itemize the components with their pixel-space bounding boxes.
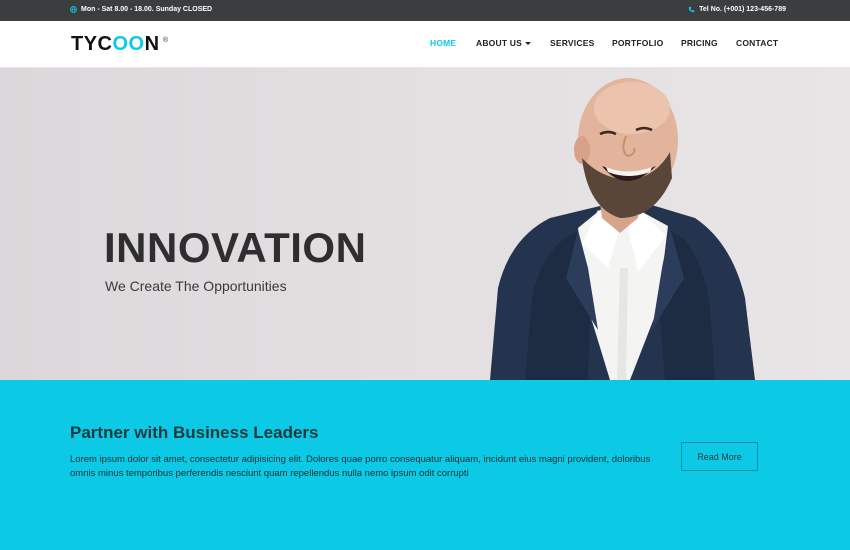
nav-item-portfolio[interactable]: PORTFOLIO [612,38,663,48]
site-header: TYCOON ® HOME ABOUT US SERVICES PORTFOLIO… [0,21,850,68]
nav-item-about-us[interactable]: ABOUT US [476,38,531,48]
phone-icon [688,6,695,13]
partner-section-title: Partner with Business Leaders [70,423,319,442]
contact-phone: Tel No. (+001) 123-456-789 [688,6,786,13]
nav-item-about-us-label: ABOUT US [476,38,522,48]
business-hours: Mon - Sat 8.00 - 18.00. Sunday CLOSED [70,6,212,13]
nav-item-home[interactable]: HOME [430,38,456,48]
business-hours-text: Mon - Sat 8.00 - 18.00. Sunday CLOSED [81,6,213,13]
hero-person-image [490,78,755,380]
caret-down-icon [525,42,531,46]
nav-item-services[interactable]: SERVICES [550,38,594,48]
hero-subtitle: We Create The Opportunities [105,278,287,294]
phone-number-text: Tel No. (+001) 123-456-789 [699,6,786,13]
partner-section: Partner with Business Leaders Lorem ipsu… [0,380,850,550]
nav-item-pricing[interactable]: PRICING [681,38,718,48]
partner-section-text: Lorem ipsum dolor sit amet, consectetur … [70,454,651,479]
hero-banner: INNOVATION We Create The Opportunities [0,68,850,380]
nav-item-contact[interactable]: CONTACT [736,38,778,48]
globe-icon [70,6,77,13]
main-navigation: HOME ABOUT US SERVICES PORTFOLIO PRICING… [0,38,850,52]
hero-title: INNOVATION [104,224,367,271]
top-info-bar: Mon - Sat 8.00 - 18.00. Sunday CLOSED Te… [0,0,850,21]
read-more-button[interactable]: Read More [681,442,758,471]
